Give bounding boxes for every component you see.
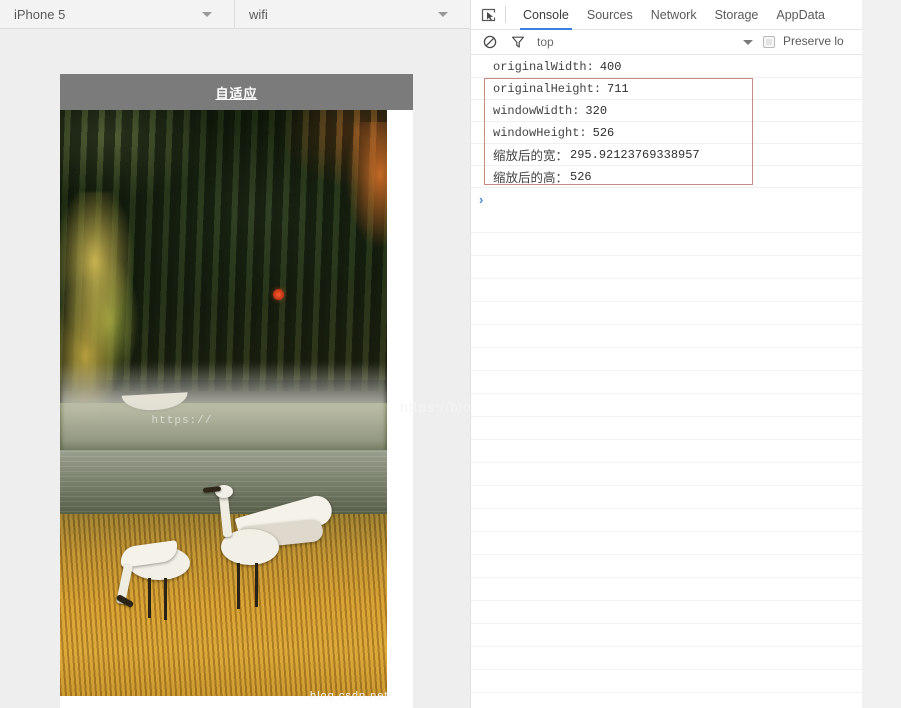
page-header-bar: 自适应: [60, 74, 413, 110]
console-blank-row: [471, 647, 862, 670]
console-blank-row: [471, 279, 862, 302]
log-key: 缩放后的高：: [493, 171, 569, 185]
console-blank-row: [471, 624, 862, 647]
log-key: 缩放后的宽：: [493, 149, 569, 163]
preserve-log-checkbox[interactable]: [763, 36, 775, 48]
console-blank-row: [471, 440, 862, 463]
tab-network[interactable]: Network: [642, 0, 706, 30]
corner-watermark-text: blog.csdn.net: [310, 690, 389, 702]
log-value: 711: [607, 81, 629, 96]
toolbar-divider: [505, 6, 506, 23]
page-title: 自适应: [215, 85, 258, 101]
console-blank-row: [471, 210, 862, 233]
console-blank-row: [471, 233, 862, 256]
photo-sunlight-glow: [317, 121, 387, 298]
log-key: originalHeight:: [493, 81, 602, 96]
scenery-photo: https://: [60, 110, 387, 696]
console-row[interactable]: originalHeight: 711: [471, 78, 862, 100]
console-row[interactable]: windowWidth: 320: [471, 100, 862, 122]
console-blank-row: [471, 325, 862, 348]
console-blank-row: [471, 555, 862, 578]
chevron-down-icon[interactable]: [743, 40, 753, 45]
photo-crane-right: [191, 479, 341, 629]
tab-appdata[interactable]: AppData: [767, 0, 834, 30]
preserve-log-label: Preserve lo: [783, 34, 844, 48]
console-blank-row: [471, 601, 862, 624]
console-blank-row: [471, 532, 862, 555]
console-blank-row: [471, 693, 862, 708]
prompt-chevron-icon: ›: [479, 191, 484, 207]
devtools-inner: Console Sources Network Storage AppData: [470, 0, 862, 708]
tab-console[interactable]: Console: [514, 0, 578, 30]
device-model-select[interactable]: iPhone 5: [0, 0, 235, 28]
chevron-down-icon: [438, 12, 448, 17]
app-root: iPhone 5 wifi 自适应 https:// Console Sourc…: [0, 0, 901, 708]
console-blank-row: [471, 509, 862, 532]
phone-viewport[interactable]: 自适应 https://: [60, 74, 413, 708]
log-value: 526: [570, 169, 592, 184]
console-row[interactable]: windowHeight: 526: [471, 122, 862, 144]
console-blank-row: [471, 417, 862, 440]
device-emulation-pane: iPhone 5 wifi 自适应 https://: [0, 0, 545, 708]
tab-storage-label: Storage: [714, 7, 759, 22]
log-key: windowWidth:: [493, 103, 580, 118]
network-throttle-select[interactable]: wifi: [235, 0, 470, 28]
filter-funnel-icon[interactable]: [507, 32, 529, 52]
console-row[interactable]: 缩放后的宽： 295.92123769338957: [471, 144, 862, 166]
log-key: originalWidth:: [493, 59, 594, 74]
console-filter-toolbar: top Preserve lo: [471, 30, 862, 55]
console-row[interactable]: 缩放后的高： 526: [471, 166, 862, 188]
chevron-down-icon: [202, 12, 212, 17]
console-prompt[interactable]: ›: [471, 188, 862, 210]
console-blank-row: [471, 371, 862, 394]
tab-appdata-label: AppData: [776, 7, 826, 22]
device-viewport-area: 自适应 https://: [0, 29, 545, 708]
log-value: 320: [585, 103, 608, 118]
devtools-tabbar: Console Sources Network Storage AppData: [471, 0, 862, 30]
tab-console-label: Console: [523, 7, 569, 22]
tab-sources[interactable]: Sources: [578, 0, 642, 30]
console-blank-row: [471, 486, 862, 509]
console-blank-row: [471, 463, 862, 486]
console-blank-row: [471, 302, 862, 325]
console-row[interactable]: originalWidth: 400: [471, 56, 862, 78]
console-message-list[interactable]: originalWidth: 400 originalHeight: 711 w…: [471, 56, 862, 708]
tab-network-label: Network: [650, 7, 697, 22]
device-model-value: iPhone 5: [14, 6, 66, 22]
log-key: windowHeight:: [493, 125, 587, 140]
console-blank-row: [471, 348, 862, 371]
photo-red-marker-dot: [272, 288, 284, 300]
execution-context-value[interactable]: top: [537, 35, 554, 49]
tab-sources-label: Sources: [586, 7, 633, 22]
console-blank-row: [471, 670, 862, 693]
log-value: 526: [592, 125, 615, 140]
photo-crane-left: [112, 538, 202, 648]
log-value: 295.92123769338957: [570, 147, 700, 162]
network-throttle-value: wifi: [249, 6, 268, 22]
devtools-pane: Console Sources Network Storage AppData: [310, 0, 901, 708]
device-toolbar: iPhone 5 wifi: [0, 0, 470, 29]
photo-watermark-text: https://: [151, 414, 213, 427]
tab-storage[interactable]: Storage: [706, 0, 768, 30]
clear-console-icon[interactable]: [479, 32, 501, 52]
console-blank-row: [471, 256, 862, 279]
inspect-element-icon[interactable]: [477, 5, 499, 25]
log-value: 400: [599, 59, 622, 74]
console-blank-row: [471, 394, 862, 417]
console-blank-row: [471, 578, 862, 601]
page-body: https://: [60, 110, 413, 696]
